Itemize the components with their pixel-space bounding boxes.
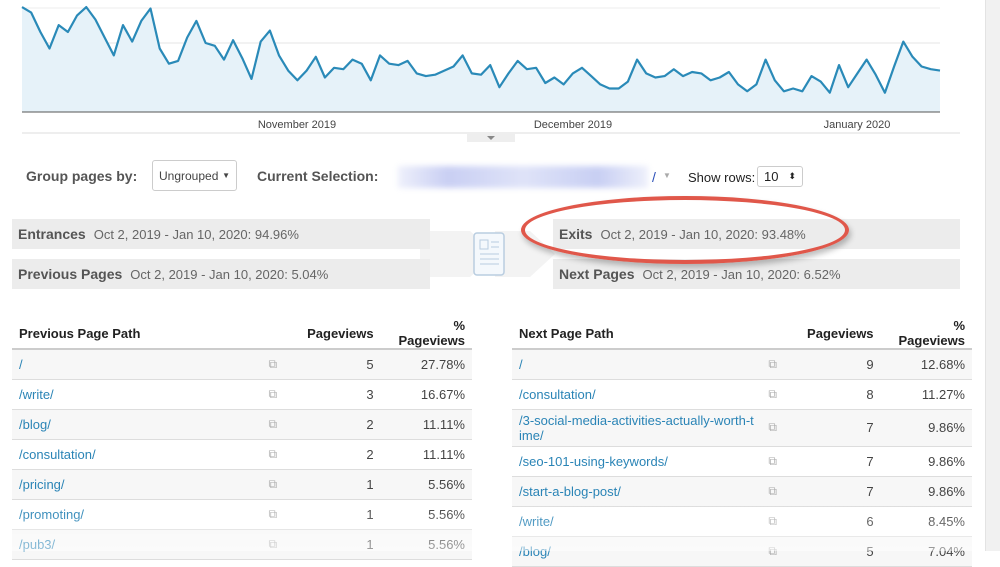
- x-tick-label: November 2019: [258, 119, 336, 131]
- pct-pageviews-cell: 9.86%: [881, 476, 972, 506]
- page-path-cell: /: [12, 349, 262, 379]
- pageviews-cell: 1: [291, 469, 380, 499]
- current-selection-value[interactable]: /: [652, 169, 656, 185]
- page-path-cell: /consultation/: [12, 439, 262, 469]
- table-row: /pricing/ ⧉ 1 5.56%: [12, 469, 472, 499]
- group-pages-value: Ungrouped: [159, 169, 218, 183]
- page-path-link[interactable]: /consultation/: [519, 387, 596, 402]
- group-pages-select[interactable]: Ungrouped ▼: [152, 160, 237, 191]
- table-row: / ⧉ 9 12.68%: [512, 349, 972, 379]
- pct-pageviews-cell: 12.68%: [881, 349, 972, 379]
- open-in-new-window-icon[interactable]: ⧉: [761, 446, 791, 476]
- page-path-link[interactable]: /start-a-blog-post/: [519, 484, 621, 499]
- open-in-new-window-icon[interactable]: ⧉: [761, 379, 791, 409]
- table-row: / ⧉ 5 27.78%: [12, 349, 472, 379]
- open-in-new-window-icon[interactable]: ⧉: [761, 409, 791, 446]
- table-row: /consultation/ ⧉ 8 11.27%: [512, 379, 972, 409]
- updown-icon: ⬍: [788, 171, 796, 182]
- column-header-pageviews[interactable]: Pageviews: [291, 318, 380, 349]
- page-path-cell: /: [512, 349, 761, 379]
- pageviews-cell: 7: [791, 446, 881, 476]
- pct-pageviews-cell: 9.86%: [881, 409, 972, 446]
- open-in-new-window-icon[interactable]: ⧉: [761, 476, 791, 506]
- page-path-cell: /3-social-media-activities-actually-wort…: [512, 409, 761, 446]
- pct-pageviews-cell: 11.11%: [381, 439, 472, 469]
- pageviews-chart: 50 November 2019 December 2019 January 2…: [0, 0, 1000, 145]
- pageviews-cell: 2: [291, 409, 380, 439]
- page-path-link[interactable]: /: [19, 357, 23, 372]
- next-pages-value: Oct 2, 2019 - Jan 10, 2020: 6.52%: [642, 267, 840, 282]
- page-path-link[interactable]: /seo-101-using-keywords/: [519, 454, 668, 469]
- pageviews-cell: 9: [791, 349, 881, 379]
- open-in-new-window-icon[interactable]: ⧉: [262, 409, 292, 439]
- pct-pageviews-cell: 11.27%: [881, 379, 972, 409]
- entrances-value: Oct 2, 2019 - Jan 10, 2020: 94.96%: [94, 227, 299, 242]
- previous-pages-box[interactable]: Previous Pages Oct 2, 2019 - Jan 10, 2020…: [12, 259, 430, 289]
- caret-down-icon[interactable]: ▼: [663, 171, 671, 180]
- current-selection-label: Current Selection:: [257, 168, 378, 184]
- entrances-label: Entrances: [18, 226, 86, 242]
- page-path-link[interactable]: /blog/: [19, 417, 51, 432]
- table-row: /consultation/ ⧉ 2 11.11%: [12, 439, 472, 469]
- page-path-link[interactable]: /consultation/: [19, 447, 96, 462]
- column-header-pct-pageviews[interactable]: % Pageviews: [381, 318, 472, 349]
- show-rows-select[interactable]: 10 ⬍: [757, 166, 803, 187]
- next-pages-label: Next Pages: [559, 266, 634, 282]
- page-path-cell: /consultation/: [512, 379, 761, 409]
- pct-pageviews-cell: 5.56%: [381, 469, 472, 499]
- column-header-path[interactable]: Next Page Path: [512, 318, 761, 349]
- open-in-new-window-icon[interactable]: ⧉: [262, 469, 292, 499]
- table-row: /blog/ ⧉ 2 11.11%: [12, 409, 472, 439]
- series-area: [22, 7, 940, 112]
- bottom-fade: [0, 505, 985, 551]
- table-row: /write/ ⧉ 3 16.67%: [12, 379, 472, 409]
- pct-pageviews-cell: 27.78%: [381, 349, 472, 379]
- group-pages-label: Group pages by:: [26, 168, 137, 184]
- x-tick-label: January 2020: [824, 119, 891, 131]
- column-header-pct-pageviews[interactable]: % Pageviews: [881, 318, 972, 349]
- highlight-ellipse-annotation: [521, 196, 849, 264]
- show-rows-label: Show rows:: [688, 170, 755, 185]
- page-path-cell: /write/: [12, 379, 262, 409]
- page-path-link[interactable]: /: [519, 357, 523, 372]
- pageviews-cell: 2: [291, 439, 380, 469]
- pct-pageviews-cell: 16.67%: [381, 379, 472, 409]
- page-path-cell: /pricing/: [12, 469, 262, 499]
- chart-collapse-handle[interactable]: [467, 133, 515, 142]
- column-header-path[interactable]: Previous Page Path: [12, 318, 262, 349]
- x-tick-label: December 2019: [534, 119, 612, 131]
- column-header-pageviews[interactable]: Pageviews: [791, 318, 881, 349]
- pageviews-cell: 7: [791, 409, 881, 446]
- page-path-cell: /blog/: [12, 409, 262, 439]
- page-path-link[interactable]: /write/: [19, 387, 54, 402]
- table-row: /start-a-blog-post/ ⧉ 7 9.86%: [512, 476, 972, 506]
- caret-down-icon: ▼: [222, 171, 230, 180]
- previous-pages-label: Previous Pages: [18, 266, 122, 282]
- table-row: /seo-101-using-keywords/ ⧉ 7 9.86%: [512, 446, 972, 476]
- show-rows-value: 10: [764, 169, 778, 184]
- pageviews-cell: 7: [791, 476, 881, 506]
- open-in-new-window-icon[interactable]: ⧉: [262, 439, 292, 469]
- next-pages-box[interactable]: Next Pages Oct 2, 2019 - Jan 10, 2020: 6.…: [553, 259, 960, 289]
- pageviews-cell: 8: [791, 379, 881, 409]
- open-in-new-window-icon[interactable]: ⧉: [262, 349, 292, 379]
- page-path-cell: /seo-101-using-keywords/: [512, 446, 761, 476]
- open-in-new-window-icon[interactable]: ⧉: [761, 349, 791, 379]
- table-row: /3-social-media-activities-actually-wort…: [512, 409, 972, 446]
- pageviews-cell: 5: [291, 349, 380, 379]
- page-path-cell: /start-a-blog-post/: [512, 476, 761, 506]
- page-path-link[interactable]: /3-social-media-activities-actually-wort…: [519, 413, 754, 443]
- open-in-new-window-icon[interactable]: ⧉: [262, 379, 292, 409]
- redacted-selection: [398, 166, 648, 188]
- pageviews-cell: 3: [291, 379, 380, 409]
- entrances-box[interactable]: Entrances Oct 2, 2019 - Jan 10, 2020: 94.…: [12, 219, 430, 249]
- pct-pageviews-cell: 9.86%: [881, 446, 972, 476]
- previous-pages-value: Oct 2, 2019 - Jan 10, 2020: 5.04%: [130, 267, 328, 282]
- page-path-link[interactable]: /pricing/: [19, 477, 65, 492]
- pct-pageviews-cell: 11.11%: [381, 409, 472, 439]
- page-scrollbar[interactable]: [985, 0, 1000, 551]
